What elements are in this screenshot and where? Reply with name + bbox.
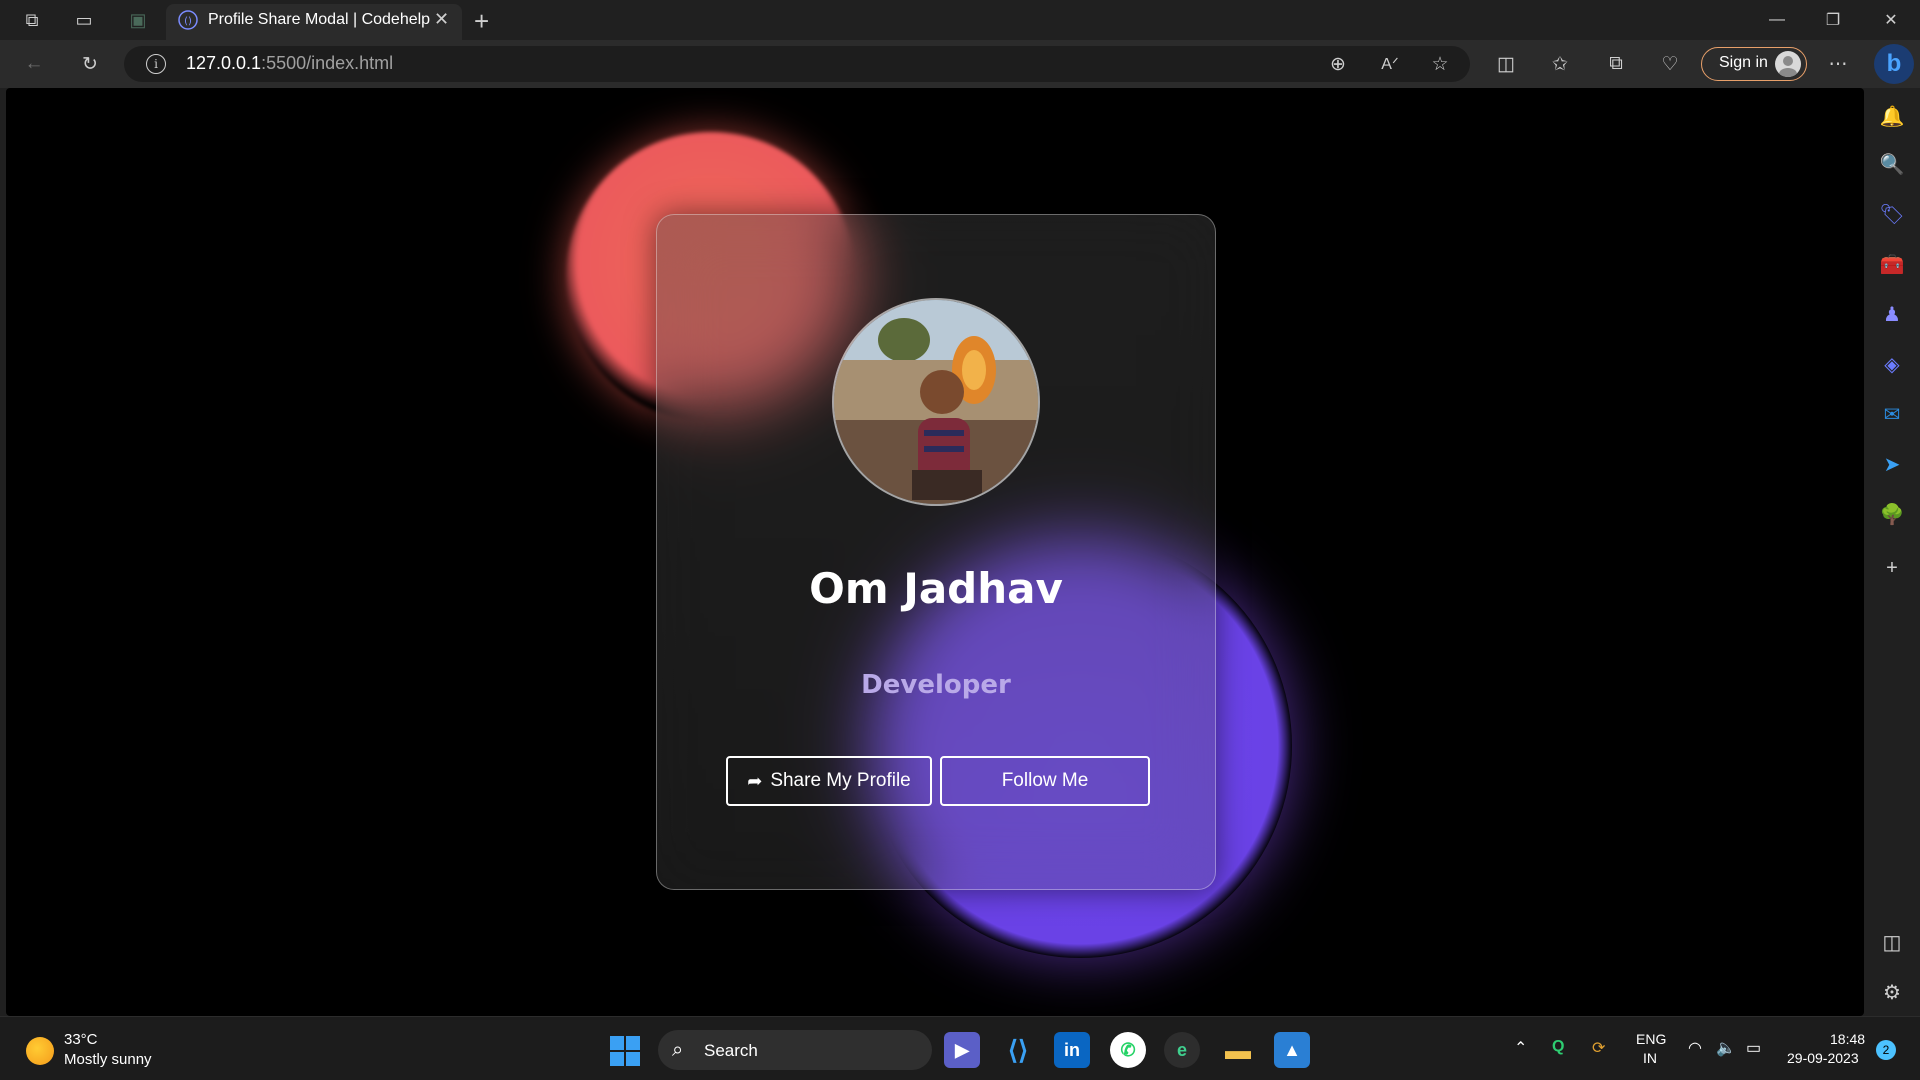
teams-icon[interactable]: ▶ <box>944 1032 980 1068</box>
tab-actions-icon[interactable]: ▭ <box>72 8 96 32</box>
taskbar-search-label: Search <box>704 1041 758 1060</box>
add-sidebar-app-icon[interactable]: + <box>1878 554 1906 582</box>
windows-start-icon[interactable] <box>610 1036 640 1066</box>
sidebar-search-icon[interactable]: 🔍 <box>1878 150 1906 178</box>
favorites-icon[interactable]: ✩ <box>1546 52 1574 76</box>
page-viewport: Om Jadhav Developer ➦ Share My Profile F… <box>6 88 1864 1016</box>
notification-badge[interactable]: 2 <box>1876 1040 1896 1060</box>
taskbar-search-box[interactable] <box>658 1030 932 1070</box>
share-icon: ➦ <box>747 770 763 791</box>
tree-icon[interactable]: 🌳 <box>1878 500 1906 528</box>
sidebar-settings-icon[interactable]: ⚙ <box>1878 978 1906 1006</box>
games-icon[interactable]: ♟ <box>1878 300 1906 328</box>
tab-favicon-icon: () <box>178 10 198 30</box>
copilot-icon[interactable]: b <box>1874 44 1914 84</box>
photos-icon[interactable]: ▲ <box>1274 1032 1310 1068</box>
tools-icon[interactable]: 🧰 <box>1878 250 1906 278</box>
refresh-icon[interactable]: ↻ <box>76 52 104 76</box>
site-info-icon[interactable]: i <box>146 54 166 74</box>
back-icon[interactable]: ← <box>20 52 48 76</box>
browser-essentials-icon[interactable]: ♡ <box>1656 52 1684 76</box>
taskbar-search-icon: ⌕ <box>672 1039 684 1061</box>
weather-temperature[interactable]: 33°C <box>64 1031 98 1048</box>
minimize-icon[interactable]: — <box>1752 6 1802 34</box>
tray-overflow-icon[interactable]: ⌃ <box>1514 1038 1527 1058</box>
new-tab-icon[interactable]: + <box>474 6 489 37</box>
restore-icon[interactable]: ❐ <box>1808 6 1858 34</box>
weather-description[interactable]: Mostly sunny <box>64 1051 152 1068</box>
notification-bell-icon[interactable]: 🔔 <box>1878 102 1906 130</box>
drop-icon[interactable]: ➤ <box>1878 450 1906 478</box>
hide-sidebar-icon[interactable]: ◫ <box>1878 928 1906 956</box>
follow-button[interactable]: Follow Me <box>940 756 1150 806</box>
svg-text:(): () <box>184 16 192 27</box>
collections-icon[interactable]: ⧉ <box>1602 52 1630 76</box>
whatsapp-icon[interactable]: ✆ <box>1110 1032 1146 1068</box>
pinned-tab-icon[interactable]: ▣ <box>126 8 150 32</box>
shopping-tag-icon[interactable]: 🏷 <box>1878 200 1906 228</box>
url-text[interactable]: 127.0.0.1:5500/index.html <box>186 53 393 74</box>
more-menu-icon[interactable]: ⋯ <box>1824 52 1852 76</box>
wifi-icon[interactable]: ◠ <box>1688 1038 1702 1058</box>
read-aloud-icon[interactable]: Aᐟ <box>1376 52 1404 76</box>
favorite-star-icon[interactable]: ☆ <box>1426 52 1454 76</box>
clock-time[interactable]: 18:48 <box>1830 1031 1865 1047</box>
volume-icon[interactable]: 🔈 <box>1716 1038 1736 1058</box>
profile-photo <box>832 298 1040 506</box>
url-path: :5500/index.html <box>261 53 394 73</box>
share-profile-button[interactable]: ➦ Share My Profile <box>726 756 932 806</box>
zoom-icon[interactable]: ⊕ <box>1324 52 1352 76</box>
edge-icon[interactable]: e <box>1164 1032 1200 1068</box>
profile-name: Om Jadhav <box>809 564 1063 613</box>
language-line-2[interactable]: IN <box>1643 1050 1657 1066</box>
sync-icon[interactable]: ⟳ <box>1592 1038 1605 1058</box>
profile-role: Developer <box>861 670 1011 700</box>
share-button-label: Share My Profile <box>770 770 911 791</box>
profile-avatar-icon <box>1775 51 1801 77</box>
clock-date[interactable]: 29-09-2023 <box>1787 1050 1859 1066</box>
file-explorer-icon[interactable]: ▬ <box>1220 1032 1256 1068</box>
microsoft-365-icon[interactable]: ◈ <box>1878 350 1906 378</box>
close-window-icon[interactable]: ✕ <box>1866 6 1916 34</box>
sign-in-label: Sign in <box>1719 54 1768 71</box>
workspaces-icon[interactable]: ⧉ <box>20 8 44 32</box>
url-host: 127.0.0.1 <box>186 53 262 73</box>
tray-app-icon[interactable]: Q <box>1552 1038 1564 1056</box>
outlook-icon[interactable]: ✉ <box>1878 400 1906 428</box>
language-line-1[interactable]: ENG <box>1636 1031 1666 1047</box>
split-screen-icon[interactable]: ◫ <box>1492 52 1520 76</box>
linkedin-icon[interactable]: in <box>1054 1032 1090 1068</box>
vscode-icon[interactable]: ⟨⟩ <box>1000 1032 1036 1068</box>
tab-title: Profile Share Modal | Codehelp <box>208 11 431 28</box>
weather-sun-icon[interactable] <box>26 1037 54 1065</box>
battery-icon[interactable]: ▭ <box>1746 1038 1761 1058</box>
tab-close-icon[interactable]: ✕ <box>434 9 449 30</box>
